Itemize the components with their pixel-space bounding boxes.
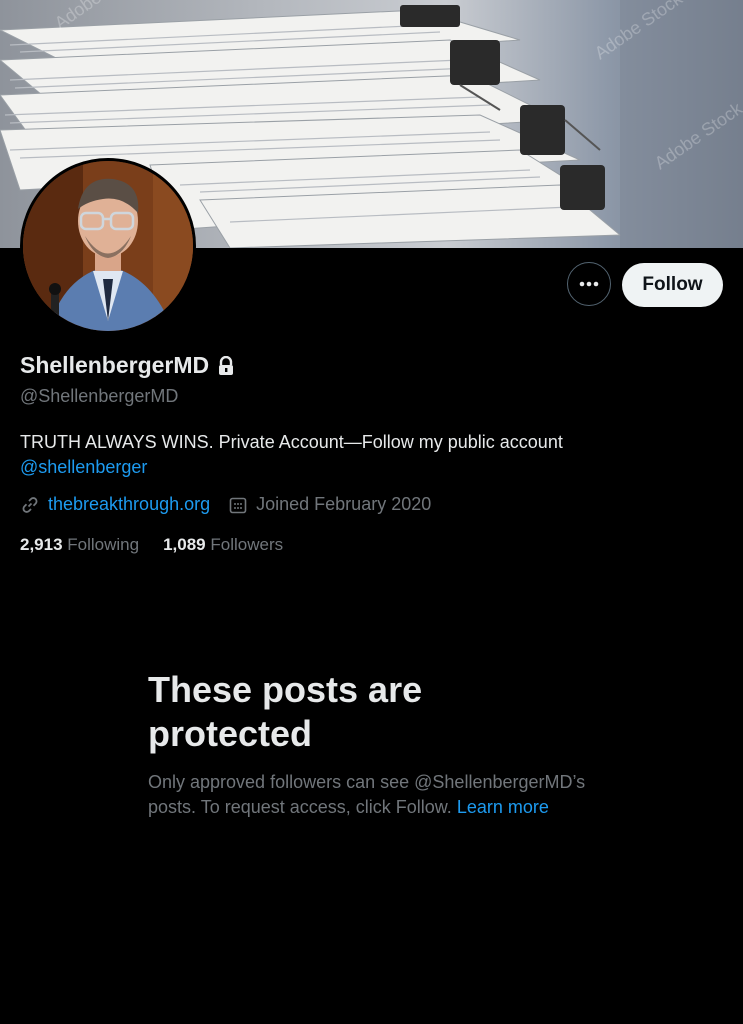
display-name: ShellenbergerMD (20, 352, 235, 379)
more-dots-icon (579, 281, 599, 287)
calendar-icon (229, 497, 247, 513)
learn-more-link[interactable]: Learn more (457, 797, 549, 817)
followers-label: Followers (210, 535, 284, 554)
following-count: 2,913 (20, 535, 63, 554)
display-name-text: ShellenbergerMD (20, 352, 210, 378)
avatar[interactable] (20, 158, 196, 334)
user-handle: @ShellenbergerMD (20, 386, 179, 406)
more-options-button[interactable] (567, 262, 611, 306)
profile-meta: thebreakthrough.org Joined February 2020 (20, 494, 431, 515)
followers-count: 1,089 (163, 535, 206, 554)
website-link[interactable]: thebreakthrough.org (48, 494, 210, 515)
joined-date: Joined February 2020 (256, 494, 432, 514)
lock-icon (217, 355, 235, 376)
avatar-image (23, 161, 193, 331)
follow-stats: 2,913 Following 1,089 Followers (20, 535, 307, 555)
bio-mention-link[interactable]: @shellenberger (20, 455, 720, 480)
followers-link[interactable]: 1,089 Followers (163, 535, 283, 555)
bio-text: TRUTH ALWAYS WINS. Private Account—Follo… (20, 432, 563, 452)
joined-item: Joined February 2020 (228, 494, 431, 515)
protected-notice: These posts are protected Only approved … (148, 668, 608, 820)
protected-title: These posts are protected (148, 669, 423, 754)
follow-button[interactable]: Follow (622, 263, 723, 307)
following-label: Following (67, 535, 140, 554)
following-link[interactable]: 2,913 Following (20, 535, 139, 555)
website-item: thebreakthrough.org (20, 494, 210, 515)
protected-description: Only approved followers can see @Shellen… (148, 770, 608, 820)
bio: TRUTH ALWAYS WINS. Private Account—Follo… (20, 430, 720, 480)
link-icon (22, 496, 38, 513)
